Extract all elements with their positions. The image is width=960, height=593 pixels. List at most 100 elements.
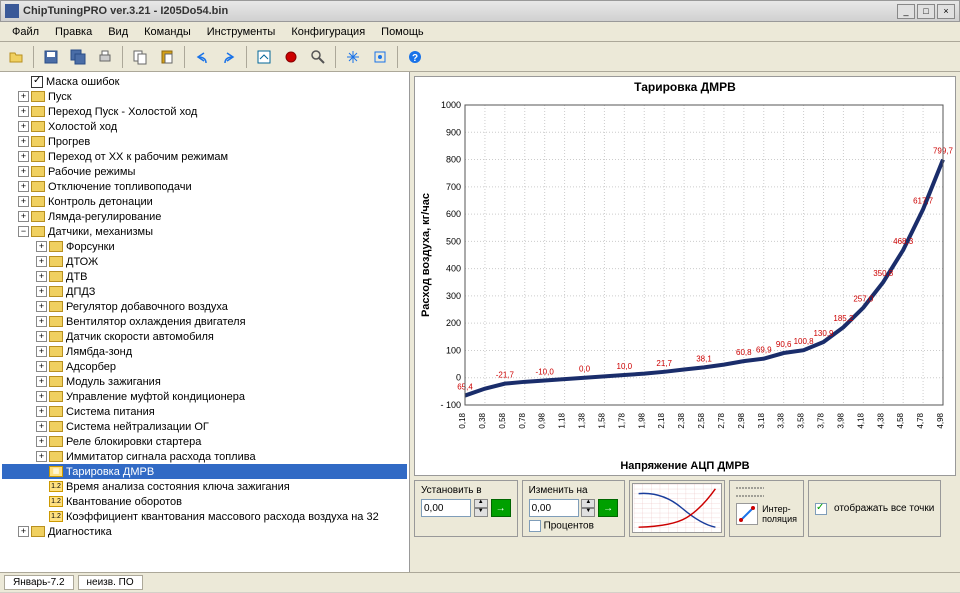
- expand-icon[interactable]: +: [18, 151, 29, 162]
- expand-icon[interactable]: +: [18, 196, 29, 207]
- expand-icon[interactable]: +: [36, 301, 47, 312]
- expand-icon[interactable]: +: [18, 136, 29, 147]
- svg-text:3,78: 3,78: [817, 412, 826, 428]
- expand-icon[interactable]: +: [18, 121, 29, 132]
- tree-item-selected[interactable]: ▦Тарировка ДМРВ: [2, 464, 407, 479]
- expand-icon[interactable]: +: [36, 241, 47, 252]
- menu-file[interactable]: Файл: [4, 24, 47, 40]
- tree-folder[interactable]: +Пуск: [2, 89, 407, 104]
- tree-folder[interactable]: +Лямда-регулирование: [2, 209, 407, 224]
- tree-subfolder[interactable]: +Модуль зажигания: [2, 374, 407, 389]
- interp-icon[interactable]: [736, 503, 758, 525]
- tree-diag[interactable]: +Диагностика: [2, 524, 407, 539]
- cfg2-icon[interactable]: [368, 45, 392, 69]
- spin-up-icon[interactable]: ▲: [581, 499, 595, 508]
- collapse-icon[interactable]: −: [18, 226, 29, 237]
- expand-icon[interactable]: +: [36, 346, 47, 357]
- expand-icon[interactable]: +: [36, 286, 47, 297]
- tree-folder[interactable]: +Переход Пуск - Холостой ход: [2, 104, 407, 119]
- svg-text:185,2: 185,2: [833, 314, 854, 323]
- tree-mask[interactable]: Маска ошибок: [2, 74, 407, 89]
- menu-tools[interactable]: Инструменты: [199, 24, 284, 40]
- tree-panel[interactable]: Маска ошибок +Пуск+Переход Пуск - Холост…: [0, 72, 410, 572]
- expand-icon[interactable]: +: [36, 436, 47, 447]
- tree-subfolder[interactable]: +Лямбда-зонд: [2, 344, 407, 359]
- rows-icon[interactable]: [736, 485, 764, 499]
- help-icon[interactable]: ?: [403, 45, 427, 69]
- paste-icon[interactable]: [155, 45, 179, 69]
- expand-icon[interactable]: +: [18, 91, 29, 102]
- mini-chart-1[interactable]: [632, 483, 722, 533]
- tree-subfolder[interactable]: +Управление муфтой кондиционера: [2, 389, 407, 404]
- tree-folder[interactable]: +Прогрев: [2, 134, 407, 149]
- tree-subfolder[interactable]: +Форсунки: [2, 239, 407, 254]
- tree-subfolder[interactable]: +Реле блокировки стартера: [2, 434, 407, 449]
- expand-icon[interactable]: +: [36, 391, 47, 402]
- tree-subfolder[interactable]: +Вентилятор охлаждения двигателя: [2, 314, 407, 329]
- expand-icon[interactable]: +: [36, 406, 47, 417]
- tree-subfolder[interactable]: +ДТОЖ: [2, 254, 407, 269]
- menu-config[interactable]: Конфигурация: [283, 24, 373, 40]
- expand-icon[interactable]: +: [36, 376, 47, 387]
- save-icon[interactable]: [39, 45, 63, 69]
- tree-param[interactable]: 1.2Коэффициент квантования массового рас…: [2, 509, 407, 524]
- tree-subfolder[interactable]: +Датчик скорости автомобиля: [2, 329, 407, 344]
- tree-subfolder[interactable]: +ДПДЗ: [2, 284, 407, 299]
- expand-icon[interactable]: +: [36, 256, 47, 267]
- menu-help[interactable]: Помощь: [373, 24, 432, 40]
- tree-folder[interactable]: +Рабочие режимы: [2, 164, 407, 179]
- tree-subfolder[interactable]: +Адсорбер: [2, 359, 407, 374]
- menu-view[interactable]: Вид: [100, 24, 136, 40]
- expand-icon[interactable]: +: [36, 331, 47, 342]
- expand-icon[interactable]: +: [18, 526, 29, 537]
- redo-icon[interactable]: [217, 45, 241, 69]
- percent-checkbox[interactable]: [529, 520, 541, 532]
- change-apply-button[interactable]: →: [598, 499, 618, 517]
- undo-icon[interactable]: [190, 45, 214, 69]
- minimize-button[interactable]: _: [897, 4, 915, 19]
- tree-folder[interactable]: +Отключение топливоподачи: [2, 179, 407, 194]
- menu-edit[interactable]: Правка: [47, 24, 100, 40]
- open-icon[interactable]: [4, 45, 28, 69]
- tree-folder[interactable]: +Контроль детонации: [2, 194, 407, 209]
- maximize-button[interactable]: □: [917, 4, 935, 19]
- spin-up-icon[interactable]: ▲: [474, 499, 488, 508]
- chart-area[interactable]: Тарировка ДМРВ- 100010020030040050060070…: [414, 76, 956, 476]
- tree-sensors[interactable]: −Датчики, механизмы: [2, 224, 407, 239]
- tool2-icon[interactable]: [279, 45, 303, 69]
- menu-commands[interactable]: Команды: [136, 24, 199, 40]
- expand-icon[interactable]: +: [36, 361, 47, 372]
- set-apply-button[interactable]: →: [491, 499, 511, 517]
- tree-subfolder[interactable]: +Система нейтрализации ОГ: [2, 419, 407, 434]
- cfg1-icon[interactable]: [341, 45, 365, 69]
- spin-down-icon[interactable]: ▼: [581, 508, 595, 517]
- expand-icon[interactable]: +: [36, 316, 47, 327]
- table-icon: ▦: [49, 466, 63, 477]
- svg-text:3,18: 3,18: [757, 412, 766, 428]
- set-input[interactable]: [421, 499, 471, 517]
- expand-icon[interactable]: +: [36, 451, 47, 462]
- tree-subfolder[interactable]: +ДТВ: [2, 269, 407, 284]
- expand-icon[interactable]: +: [18, 166, 29, 177]
- expand-icon[interactable]: +: [18, 106, 29, 117]
- tree-subfolder[interactable]: +Регулятор добавочного воздуха: [2, 299, 407, 314]
- expand-icon[interactable]: +: [18, 181, 29, 192]
- change-input[interactable]: [529, 499, 579, 517]
- tree-param[interactable]: 1.2Квантование оборотов: [2, 494, 407, 509]
- search-icon[interactable]: [306, 45, 330, 69]
- save-multi-icon[interactable]: [66, 45, 90, 69]
- expand-icon[interactable]: +: [36, 421, 47, 432]
- tree-subfolder[interactable]: +Иммитатор сигнала расхода топлива: [2, 449, 407, 464]
- print-icon[interactable]: [93, 45, 117, 69]
- tool1-icon[interactable]: [252, 45, 276, 69]
- spin-down-icon[interactable]: ▼: [474, 508, 488, 517]
- tree-folder[interactable]: +Переход от ХХ к рабочим режимам: [2, 149, 407, 164]
- tree-folder[interactable]: +Холостой ход: [2, 119, 407, 134]
- expand-icon[interactable]: +: [36, 271, 47, 282]
- tree-param[interactable]: 1.2Время анализа состояния ключа зажиган…: [2, 479, 407, 494]
- expand-icon[interactable]: +: [18, 211, 29, 222]
- show-all-checkbox[interactable]: [815, 503, 827, 515]
- close-button[interactable]: ×: [937, 4, 955, 19]
- tree-subfolder[interactable]: +Система питания: [2, 404, 407, 419]
- copy-icon[interactable]: [128, 45, 152, 69]
